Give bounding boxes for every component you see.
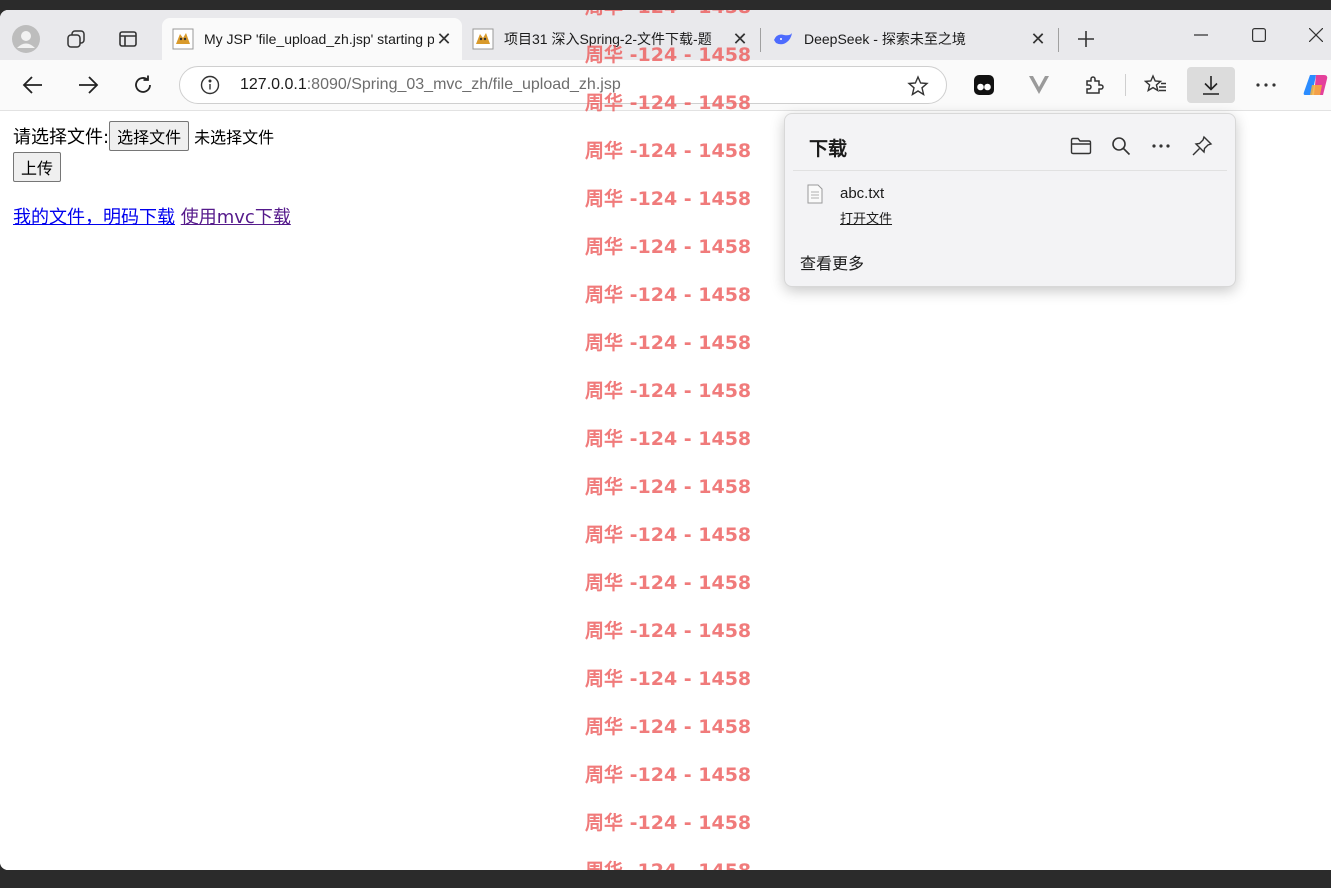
- file-select-row: 请选择文件: 选择文件 未选择文件: [13, 121, 274, 151]
- search-downloads-icon[interactable]: [1107, 132, 1135, 160]
- new-tab-icon[interactable]: [1070, 23, 1102, 55]
- extension-tampermonkey-icon[interactable]: [966, 67, 1002, 103]
- favorites-icon[interactable]: [1138, 67, 1174, 103]
- downloads-more-options-icon[interactable]: [1147, 132, 1175, 160]
- tomcat-favicon-icon: [472, 28, 494, 50]
- tab-title: DeepSeek - 探索未至之境: [804, 31, 966, 47]
- tab-separator: [760, 28, 761, 52]
- extensions-puzzle-icon[interactable]: [1076, 67, 1112, 103]
- copilot-icon[interactable]: [1298, 67, 1331, 103]
- forward-arrow-icon[interactable]: [70, 67, 106, 103]
- tab-title: My JSP 'file_upload_zh.jsp' starting pag…: [204, 31, 434, 47]
- address-bar[interactable]: 127.0.0.1:8090/Spring_03_mvc_zh/file_upl…: [179, 66, 947, 104]
- tab-separator: [1058, 28, 1059, 52]
- no-file-chosen-text: 未选择文件: [194, 128, 275, 147]
- plain-download-link[interactable]: 我的文件，明码下载: [13, 207, 175, 228]
- close-tab-icon[interactable]: ✕: [730, 29, 750, 50]
- mvc-download-link[interactable]: 使用mvc下载: [181, 207, 291, 228]
- url-text[interactable]: 127.0.0.1:8090/Spring_03_mvc_zh/file_upl…: [240, 76, 621, 94]
- upload-button[interactable]: 上传: [13, 152, 62, 182]
- extension-vue-icon[interactable]: [1021, 67, 1057, 103]
- close-tab-icon[interactable]: ✕: [1028, 29, 1048, 50]
- see-more-link[interactable]: 查看更多: [800, 250, 864, 274]
- site-info-icon[interactable]: [200, 75, 220, 99]
- divider: [793, 170, 1227, 171]
- downloads-panel: 下载 abc.txt 打开文件 查看更多: [784, 113, 1236, 287]
- file-label: 请选择文件:: [13, 127, 110, 148]
- tab-bar: My JSP 'file_upload_zh.jsp' starting pag…: [0, 10, 1331, 60]
- deepseek-whale-icon: [774, 33, 792, 45]
- tab-file-upload[interactable]: My JSP 'file_upload_zh.jsp' starting pag…: [162, 18, 462, 60]
- browser-window: My JSP 'file_upload_zh.jsp' starting pag…: [0, 10, 1331, 870]
- profile-avatar[interactable]: [10, 23, 42, 55]
- tab-spring-download[interactable]: 项目31 深入Spring-2-文件下载-题 ✕: [462, 18, 758, 60]
- favorite-star-icon[interactable]: [907, 75, 929, 101]
- tab-deepseek[interactable]: DeepSeek - 探索未至之境 ✕: [762, 18, 1056, 60]
- choose-file-button[interactable]: 选择文件: [109, 121, 190, 151]
- back-arrow-icon[interactable]: [15, 67, 51, 103]
- download-links: 我的文件，明码下载 使用mvc下载: [13, 203, 291, 229]
- settings-more-icon[interactable]: [1248, 67, 1284, 103]
- refresh-icon[interactable]: [125, 67, 161, 103]
- url-host: 127.0.0.1: [240, 76, 307, 93]
- close-window-icon[interactable]: [1301, 24, 1331, 46]
- open-downloads-folder-icon[interactable]: [1067, 132, 1095, 160]
- maximize-window-icon[interactable]: [1244, 24, 1274, 46]
- tab-actions-icon[interactable]: [112, 23, 144, 55]
- downloads-icon[interactable]: [1187, 67, 1235, 103]
- toolbar-separator: [1125, 74, 1126, 96]
- browser-toolbar: 127.0.0.1:8090/Spring_03_mvc_zh/file_upl…: [0, 60, 1331, 111]
- close-tab-icon[interactable]: ✕: [434, 29, 454, 50]
- text-file-icon: [807, 184, 823, 209]
- minimize-window-icon[interactable]: [1186, 24, 1216, 46]
- pin-downloads-icon[interactable]: [1188, 132, 1216, 160]
- downloads-panel-title: 下载: [809, 139, 848, 160]
- open-file-link[interactable]: 打开文件: [840, 208, 892, 227]
- tomcat-favicon-icon: [172, 28, 194, 50]
- url-path: :8090/Spring_03_mvc_zh/file_upload_zh.js…: [306, 76, 621, 93]
- download-filename[interactable]: abc.txt: [840, 185, 884, 202]
- tab-title: 项目31 深入Spring-2-文件下载-题: [504, 31, 712, 47]
- workspaces-icon[interactable]: [60, 23, 92, 55]
